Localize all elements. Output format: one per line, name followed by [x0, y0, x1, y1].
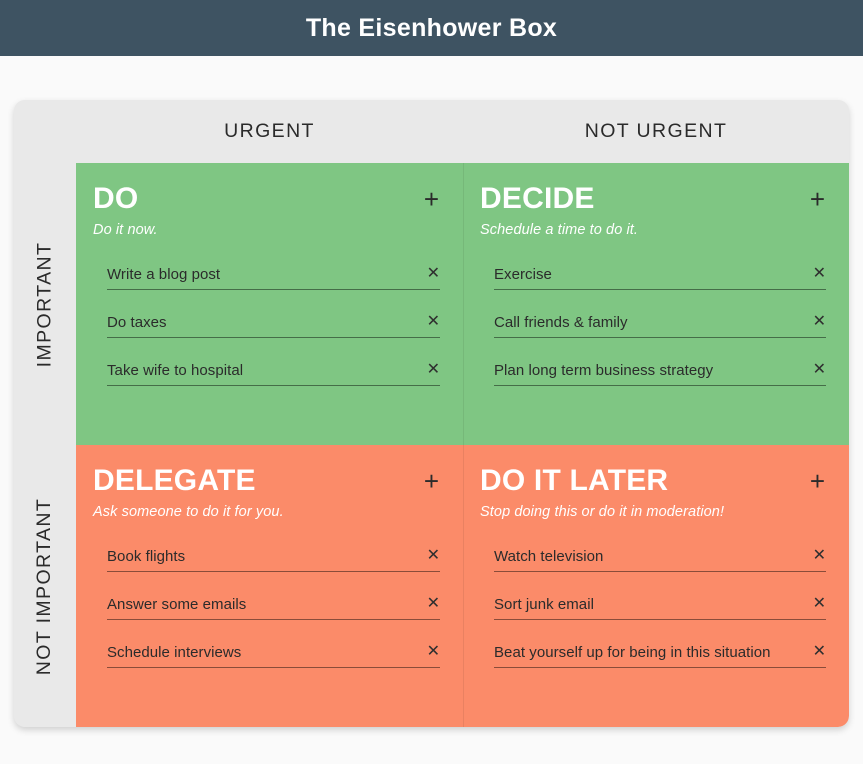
task-item[interactable]: Answer some emails ✕ [107, 589, 440, 620]
row-header-important: IMPORTANT [14, 163, 76, 445]
task-label: Do taxes [107, 313, 167, 331]
quadrant-delegate-header: DELEGATE + [93, 465, 441, 497]
task-label: Schedule interviews [107, 643, 242, 661]
quadrant-do-title: DO [93, 182, 139, 215]
app-titlebar: The Eisenhower Box [0, 0, 863, 56]
quadrant-do-it-later-header: DO IT LATER + [480, 465, 827, 497]
add-task-button-do[interactable]: + [422, 185, 441, 213]
delete-task-icon[interactable]: ✕ [419, 266, 440, 282]
task-item[interactable]: Beat yourself up for being in this situa… [494, 637, 826, 668]
delete-task-icon[interactable]: ✕ [419, 644, 440, 660]
quadrant-grid: DO + Do it now. Write a blog post ✕ Do t… [76, 163, 849, 727]
delete-task-icon[interactable]: ✕ [805, 596, 826, 612]
quadrant-delegate-title: DELEGATE [93, 464, 256, 497]
row-headers: IMPORTANT NOT IMPORTANT [14, 163, 76, 727]
task-list-do-it-later: Watch television ✕ Sort junk email ✕ Bea… [480, 541, 827, 668]
row-header-not-important-label: NOT IMPORTANT [33, 497, 56, 675]
task-list-do: Write a blog post ✕ Do taxes ✕ Take wife… [93, 259, 441, 386]
task-label: Call friends & family [494, 313, 628, 331]
task-item[interactable]: Call friends & family ✕ [494, 307, 826, 338]
quadrant-decide: DECIDE + Schedule a time to do it. Exerc… [463, 163, 849, 445]
delete-task-icon[interactable]: ✕ [419, 362, 440, 378]
delete-task-icon[interactable]: ✕ [419, 548, 440, 564]
task-label: Write a blog post [107, 265, 221, 283]
add-task-button-do-it-later[interactable]: + [808, 467, 827, 495]
task-label: Sort junk email [494, 595, 594, 613]
task-label: Plan long term business strategy [494, 361, 714, 379]
eisenhower-matrix-card: URGENT NOT URGENT IMPORTANT NOT IMPORTAN… [14, 100, 849, 727]
task-item[interactable]: Plan long term business strategy ✕ [494, 355, 826, 386]
task-label: Book flights [107, 547, 186, 565]
task-label: Answer some emails [107, 595, 247, 613]
column-headers: URGENT NOT URGENT [14, 100, 849, 163]
app-title: The Eisenhower Box [305, 13, 558, 42]
quadrant-do-header: DO + [93, 183, 441, 215]
task-label: Watch television [494, 547, 604, 565]
task-list-delegate: Book flights ✕ Answer some emails ✕ Sche… [93, 541, 441, 668]
quadrant-decide-header: DECIDE + [480, 183, 827, 215]
quadrant-decide-subtitle: Schedule a time to do it. [480, 222, 639, 238]
add-task-button-decide[interactable]: + [808, 185, 827, 213]
delete-task-icon[interactable]: ✕ [805, 266, 826, 282]
column-header-urgent: URGENT [224, 120, 315, 142]
delete-task-icon[interactable]: ✕ [805, 548, 826, 564]
delete-task-icon[interactable]: ✕ [805, 314, 826, 330]
task-label: Exercise [494, 265, 552, 283]
task-item[interactable]: Book flights ✕ [107, 541, 440, 572]
task-label: Take wife to hospital [107, 361, 244, 379]
row-header-important-label: IMPORTANT [33, 241, 56, 367]
task-item[interactable]: Schedule interviews ✕ [107, 637, 440, 668]
task-item[interactable]: Sort junk email ✕ [494, 589, 826, 620]
task-item[interactable]: Watch television ✕ [494, 541, 826, 572]
task-item[interactable]: Write a blog post ✕ [107, 259, 440, 290]
quadrant-decide-title: DECIDE [480, 182, 595, 215]
row-header-not-important: NOT IMPORTANT [14, 445, 76, 727]
page-body: URGENT NOT URGENT IMPORTANT NOT IMPORTAN… [0, 56, 863, 764]
quadrant-do-it-later-subtitle: Stop doing this or do it in moderation! [480, 504, 725, 520]
task-item[interactable]: Exercise ✕ [494, 259, 826, 290]
task-label: Beat yourself up for being in this situa… [494, 643, 771, 661]
column-header-not-urgent: NOT URGENT [584, 120, 728, 142]
quadrant-delegate-subtitle: Ask someone to do it for you. [93, 504, 284, 520]
delete-task-icon[interactable]: ✕ [419, 314, 440, 330]
quadrant-do: DO + Do it now. Write a blog post ✕ Do t… [76, 163, 463, 445]
delete-task-icon[interactable]: ✕ [805, 644, 826, 660]
delete-task-icon[interactable]: ✕ [419, 596, 440, 612]
task-item[interactable]: Do taxes ✕ [107, 307, 440, 338]
task-item[interactable]: Take wife to hospital ✕ [107, 355, 440, 386]
quadrant-do-subtitle: Do it now. [93, 222, 158, 238]
delete-task-icon[interactable]: ✕ [805, 362, 826, 378]
quadrant-do-it-later-title: DO IT LATER [480, 464, 669, 497]
add-task-button-delegate[interactable]: + [422, 467, 441, 495]
quadrant-do-it-later: DO IT LATER + Stop doing this or do it i… [463, 445, 849, 727]
quadrant-delegate: DELEGATE + Ask someone to do it for you.… [76, 445, 463, 727]
task-list-decide: Exercise ✕ Call friends & family ✕ Plan … [480, 259, 827, 386]
